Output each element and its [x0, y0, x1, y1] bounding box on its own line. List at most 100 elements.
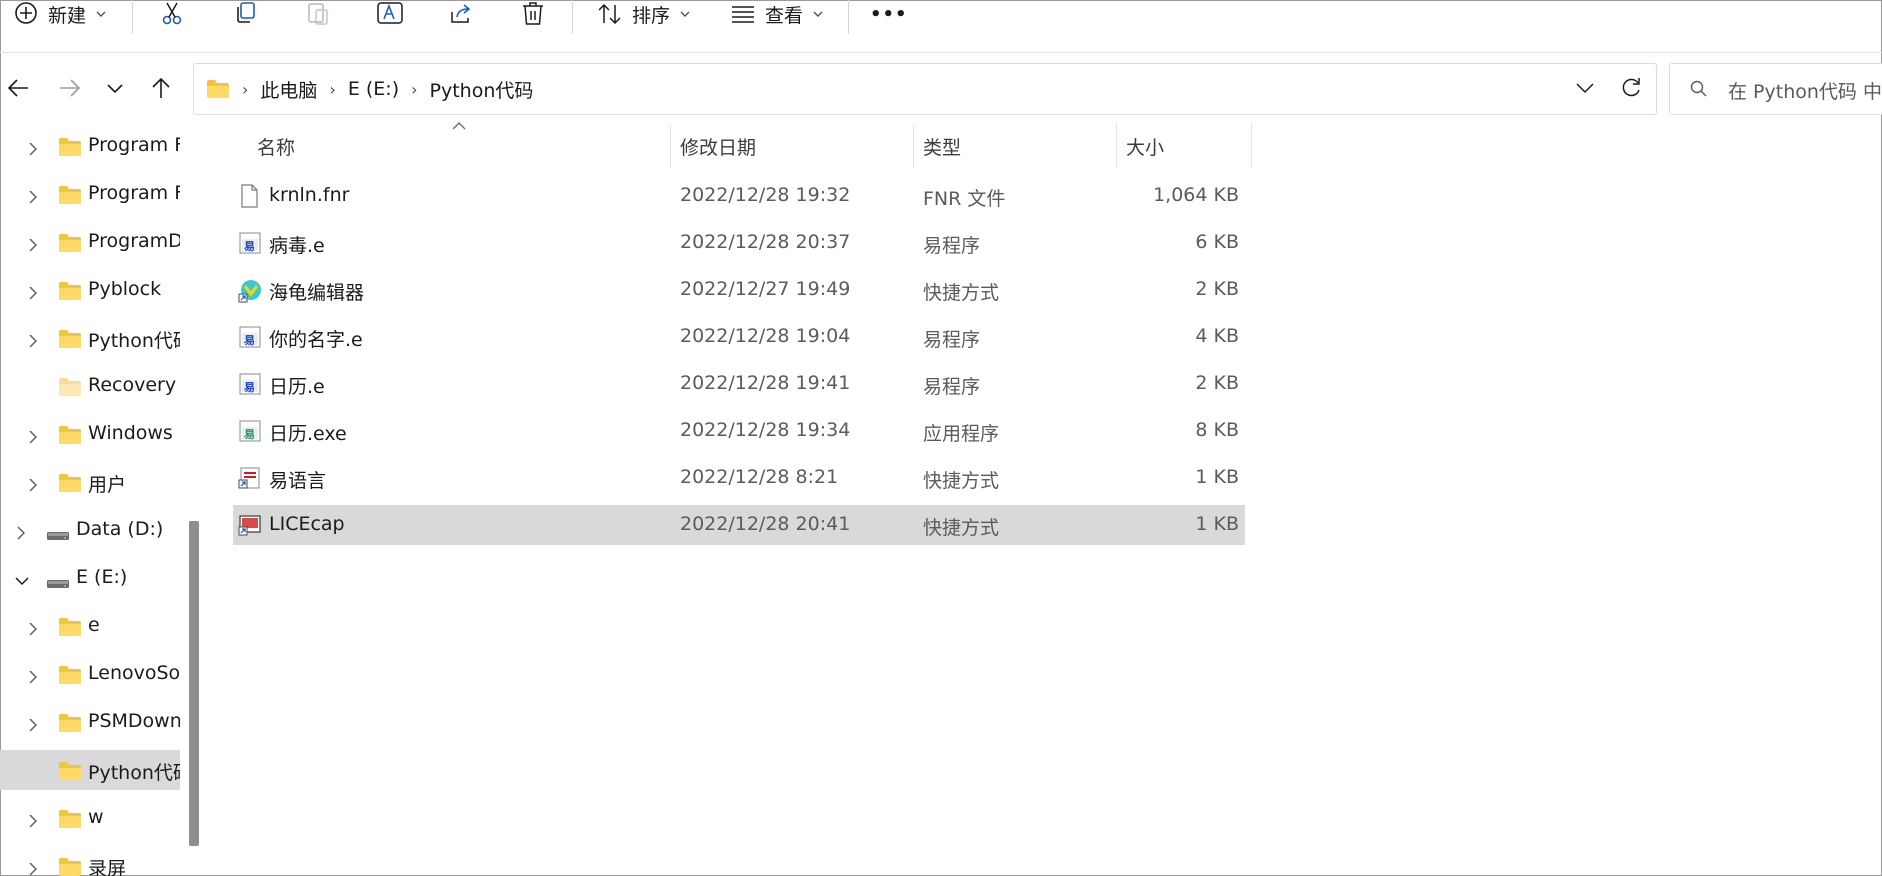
- file-modified-date: 2022/12/28 20:41: [680, 513, 851, 535]
- new-button[interactable]: 新建: [14, 0, 106, 28]
- file-size: 1 KB: [1195, 466, 1239, 488]
- file-size: 8 KB: [1195, 419, 1239, 441]
- trash-icon: [523, 2, 543, 25]
- chevron-right-icon[interactable]: [26, 619, 40, 641]
- file-row[interactable]: 易 病毒.e 2022/12/28 20:37 易程序 6 KB: [233, 223, 1245, 263]
- sidebar-item[interactable]: Program Files: [0, 126, 180, 166]
- rename-button[interactable]: [377, 0, 403, 28]
- column-header-name[interactable]: 名称: [257, 126, 295, 166]
- back-button[interactable]: [6, 74, 30, 102]
- sidebar-item[interactable]: E (E:): [0, 558, 180, 598]
- column-divider[interactable]: [913, 124, 914, 168]
- e-source-file-icon: 易: [238, 372, 262, 400]
- sidebar-item[interactable]: Windows: [0, 414, 180, 454]
- view-button[interactable]: 查看: [731, 0, 823, 28]
- file-row[interactable]: 易语言 2022/12/28 8:21 快捷方式 1 KB: [233, 458, 1245, 498]
- breadcrumb-drive-e[interactable]: E (E:): [348, 78, 399, 100]
- file-row[interactable]: 易 你的名字.e 2022/12/28 19:04 易程序 4 KB: [233, 317, 1245, 357]
- chevron-right-icon[interactable]: [26, 475, 40, 497]
- search-box[interactable]: 在 Python代码 中...: [1669, 63, 1882, 115]
- chevron-right-icon[interactable]: [26, 427, 40, 449]
- folder-icon: [58, 377, 82, 402]
- chevron-right-icon[interactable]: [26, 235, 40, 257]
- file-size: 6 KB: [1195, 231, 1239, 253]
- toolbar-separator: [572, 0, 573, 34]
- sidebar-item[interactable]: 录屏: [0, 846, 180, 876]
- rename-icon: [377, 2, 403, 24]
- sidebar-item[interactable]: Python代码: [0, 750, 180, 790]
- sidebar-scrollbar-thumb[interactable]: [189, 521, 199, 846]
- more-options-button[interactable]: •••: [870, 0, 908, 28]
- file-modified-date: 2022/12/28 8:21: [680, 466, 839, 488]
- folder-icon: [207, 80, 229, 98]
- file-type: 易程序: [923, 376, 981, 398]
- chevron-down-icon[interactable]: [14, 571, 30, 593]
- e-source-file-icon: 易: [238, 325, 262, 353]
- drive-icon: [46, 574, 70, 596]
- file-row[interactable]: 海龟编辑器 2022/12/27 19:49 快捷方式 2 KB: [233, 270, 1245, 310]
- file-row[interactable]: 易 日历.e 2022/12/28 19:41 易程序 2 KB: [233, 364, 1245, 404]
- delete-button[interactable]: [521, 0, 545, 28]
- paste-button[interactable]: [306, 0, 330, 28]
- sidebar-item-label: Windows: [88, 422, 173, 444]
- recent-locations-button[interactable]: [104, 74, 126, 102]
- chevron-right-icon[interactable]: [26, 139, 40, 161]
- file-row[interactable]: LICEcap 2022/12/28 20:41 快捷方式 1 KB: [233, 505, 1245, 545]
- chevron-right-icon[interactable]: [26, 187, 40, 209]
- file-name: krnln.fnr: [269, 184, 350, 206]
- chevron-right-icon[interactable]: [26, 811, 40, 833]
- new-button-label: 新建: [48, 4, 87, 27]
- sidebar-item[interactable]: Recovery: [0, 366, 180, 406]
- folder-icon: [58, 665, 82, 690]
- file-size: 2 KB: [1195, 278, 1239, 300]
- column-header-modified[interactable]: 修改日期: [680, 126, 756, 166]
- breadcrumb-python-folder[interactable]: Python代码: [430, 76, 534, 103]
- file-size: 1,064 KB: [1153, 184, 1239, 206]
- column-header-size[interactable]: 大小: [1126, 126, 1164, 166]
- chevron-right-icon[interactable]: [26, 331, 40, 353]
- sidebar-item[interactable]: PSMDownload: [0, 702, 180, 742]
- breadcrumb-this-pc[interactable]: 此电脑: [260, 76, 317, 103]
- copy-button[interactable]: [233, 0, 257, 28]
- share-icon: [451, 4, 471, 23]
- licecap-shortcut-icon: [238, 513, 262, 541]
- share-button[interactable]: [449, 0, 473, 28]
- sidebar-item[interactable]: ProgramData: [0, 222, 180, 262]
- scissors-icon: [162, 2, 182, 25]
- folder-icon: [58, 809, 82, 834]
- sidebar-item[interactable]: Data (D:): [0, 510, 180, 550]
- chevron-right-icon[interactable]: [26, 859, 40, 876]
- file-type: 易程序: [923, 235, 981, 257]
- sidebar-item[interactable]: Program Files (x86): [0, 174, 180, 214]
- cut-button[interactable]: [160, 0, 184, 28]
- sidebar-item[interactable]: LenovoSoftstore: [0, 654, 180, 694]
- sidebar-item[interactable]: 用户: [0, 462, 180, 502]
- list-view-icon: [732, 6, 754, 23]
- arrow-up-icon: [152, 77, 170, 98]
- sidebar-item[interactable]: e: [0, 606, 180, 646]
- column-header-type[interactable]: 类型: [923, 126, 961, 166]
- address-history-button[interactable]: [1576, 77, 1594, 103]
- refresh-button[interactable]: [1620, 76, 1642, 104]
- chevron-right-icon[interactable]: [26, 667, 40, 689]
- chevron-right-icon[interactable]: [14, 523, 28, 545]
- file-row[interactable]: 易 日历.exe 2022/12/28 19:34 应用程序 8 KB: [233, 411, 1245, 451]
- forward-button[interactable]: [58, 74, 82, 102]
- chevron-right-icon[interactable]: [26, 715, 40, 737]
- sidebar-item[interactable]: Pyblock: [0, 270, 180, 310]
- folder-icon: [58, 473, 82, 498]
- sidebar-item[interactable]: w: [0, 798, 180, 838]
- command-bar: 新建 排序 查看 •••: [0, 0, 1882, 53]
- column-divider[interactable]: [1251, 124, 1252, 168]
- address-bar[interactable]: › 此电脑 › E (E:) › Python代码: [193, 63, 1657, 115]
- toolbar-separator: [848, 0, 849, 34]
- search-input[interactable]: 在 Python代码 中...: [1728, 77, 1882, 104]
- chevron-right-icon[interactable]: [26, 283, 40, 305]
- file-row[interactable]: krnln.fnr 2022/12/28 19:32 FNR 文件 1,064 KB: [233, 176, 1245, 216]
- column-divider[interactable]: [670, 124, 671, 168]
- sidebar-item[interactable]: Python代码: [0, 318, 180, 358]
- sort-button[interactable]: 排序: [598, 0, 690, 28]
- up-button[interactable]: [150, 74, 172, 102]
- column-divider[interactable]: [1116, 124, 1117, 168]
- chevron-down-icon: [1576, 83, 1594, 94]
